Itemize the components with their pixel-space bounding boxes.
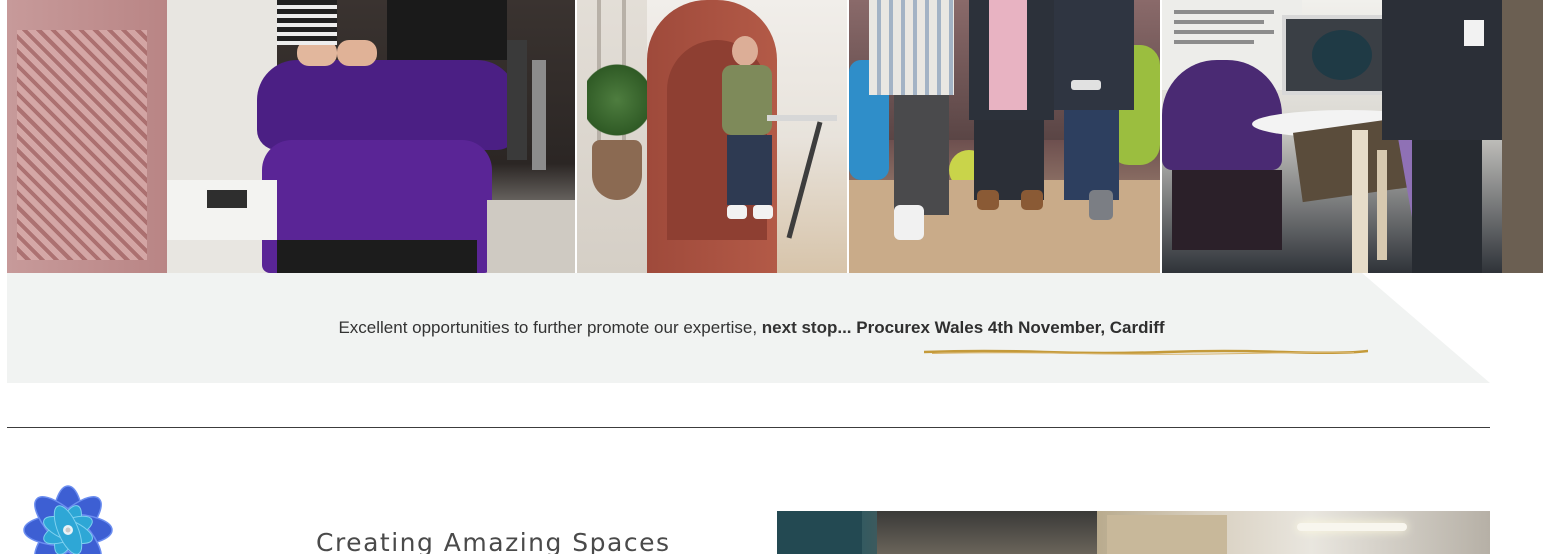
photo-three-men-standing[interactable] (849, 0, 1160, 273)
photo-strip (0, 0, 1543, 273)
section-divider (7, 427, 1490, 428)
promo-intro: Excellent opportunities to further promo… (338, 318, 762, 337)
preview-wall-panel (777, 511, 862, 554)
promo-highlight: next stop... (761, 318, 857, 337)
photo-man-in-pod-seat[interactable] (577, 0, 847, 273)
preview-ceiling-fixture (877, 511, 1097, 554)
event-link[interactable]: Procurex Wales 4th November, Cardiff (856, 318, 1164, 337)
flower-icon (23, 485, 113, 554)
photo-office-interior-preview[interactable] (777, 511, 1490, 554)
event-link-underline (924, 349, 1368, 355)
photo-exhibition-stand-purple-chair[interactable] (7, 0, 575, 273)
preview-ceiling-light (1297, 523, 1407, 531)
promo-text: Excellent opportunities to further promo… (0, 318, 1503, 338)
section-heading: Creating Amazing Spaces (316, 528, 671, 554)
preview-column (1107, 515, 1227, 554)
blue-flower-logo-icon[interactable] (7, 470, 129, 554)
photo-stand-with-bags[interactable] (1162, 0, 1543, 273)
